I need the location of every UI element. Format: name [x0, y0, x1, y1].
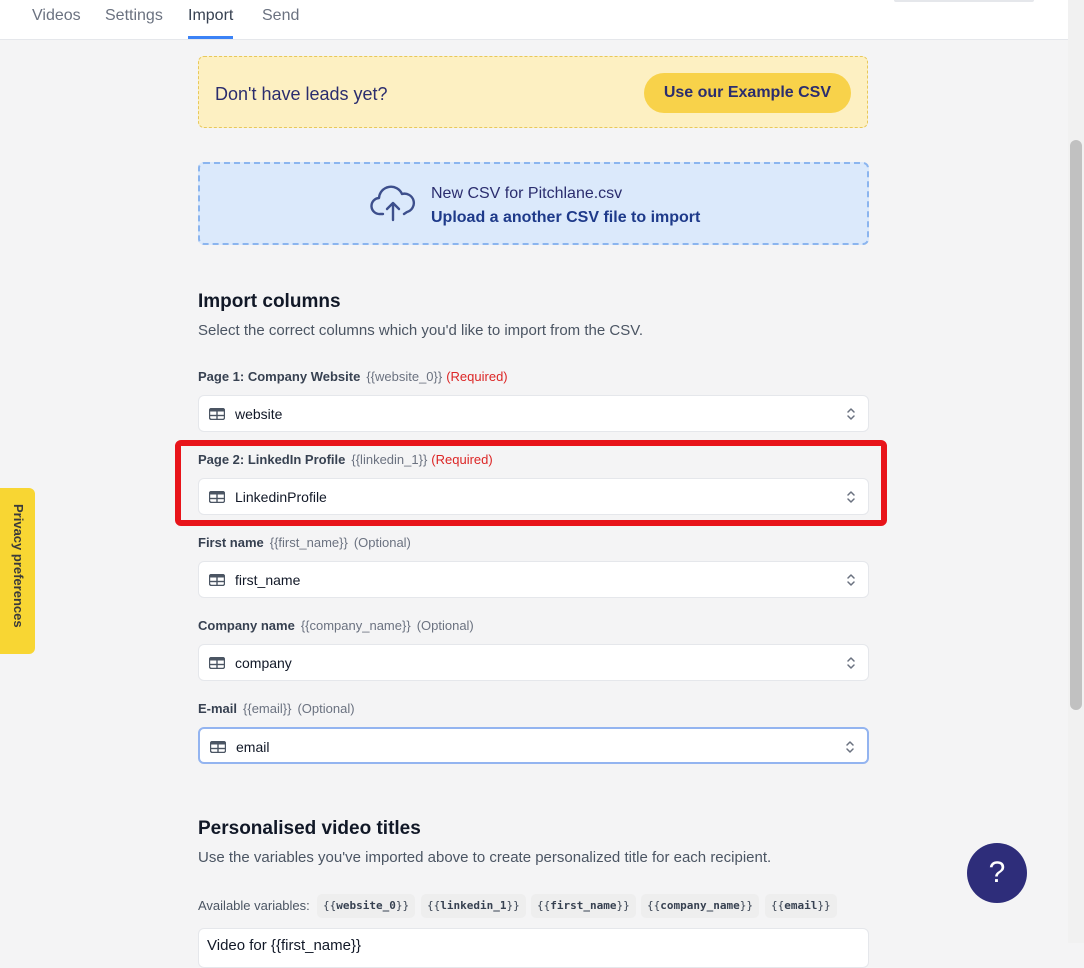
banner-text: Don't have leads yet?	[215, 84, 388, 104]
optional-badge: (Optional)	[297, 701, 355, 716]
company-website-select[interactable]: website	[198, 395, 869, 432]
chip-name: linkedin_1	[440, 899, 507, 912]
chip-brace-open: {{	[647, 899, 661, 912]
variable-chip-linkedin[interactable]: {{linkedin_1}}	[421, 894, 526, 918]
optional-badge: (Optional)	[416, 618, 474, 633]
available-variables-label: Available variables:	[198, 898, 310, 913]
header-control-edge[interactable]	[894, 0, 1034, 2]
upload-another-link[interactable]: Upload a another CSV file to import	[431, 209, 700, 227]
chip-brace-close: }}	[506, 899, 520, 912]
select-value: email	[236, 739, 270, 755]
highlight-box	[175, 440, 887, 526]
variable-chip-company-name[interactable]: {{company_name}}	[641, 894, 759, 918]
select-value: website	[235, 406, 283, 422]
select-value: first_name	[235, 572, 301, 588]
field-label-first-name: First name {{first_name}} (Optional)	[198, 535, 411, 550]
video-titles-subtitle: Use the variables you've imported above …	[198, 849, 772, 866]
cloud-upload-icon	[370, 185, 416, 222]
optional-badge: (Optional)	[353, 535, 411, 550]
field-label-company-website: Page 1: Company Website {{website_0}} (Req…	[198, 369, 508, 384]
table-icon	[209, 408, 225, 420]
first-name-select[interactable]: first_name	[198, 561, 869, 598]
use-example-csv-button[interactable]: Use our Example CSV	[643, 73, 851, 113]
field-name: Company name	[198, 618, 295, 633]
video-titles-heading: Personalised video titles	[198, 818, 421, 839]
import-columns-heading: Import columns	[198, 291, 341, 312]
chip-name: website_0	[336, 899, 396, 912]
video-title-value: Video for {{first_name}}	[207, 937, 361, 954]
chip-brace-open: {{	[427, 899, 441, 912]
privacy-preferences-label: Privacy preferences	[11, 504, 26, 628]
chevron-up-down-icon	[846, 741, 854, 753]
field-variable: {{company_name}}	[300, 618, 411, 633]
company-name-select[interactable]: company	[198, 644, 869, 681]
chip-brace-open: {{	[323, 899, 337, 912]
chip-brace-close: }}	[616, 899, 630, 912]
variable-chip-email[interactable]: {{email}}	[765, 894, 837, 918]
chevron-up-down-icon	[847, 657, 855, 669]
table-icon	[209, 574, 225, 586]
chip-brace-close: }}	[739, 899, 753, 912]
select-value: company	[235, 655, 292, 671]
privacy-preferences-tab[interactable]: Privacy preferences	[0, 488, 35, 654]
uploaded-filename: New CSV for Pitchlane.csv	[431, 185, 623, 202]
field-variable: {{email}}	[243, 701, 292, 716]
field-label-email: E-mail {{email}} (Optional)	[198, 701, 355, 716]
variable-chip-first-name[interactable]: {{first_name}}	[531, 894, 636, 918]
tab-settings[interactable]: Settings	[105, 7, 163, 39]
table-icon	[209, 657, 225, 669]
chip-name: email	[784, 899, 818, 912]
chip-name: company_name	[660, 899, 740, 912]
required-badge: (Required)	[446, 369, 508, 384]
csv-upload-dropzone[interactable]: New CSV for Pitchlane.csv Upload a anoth…	[198, 162, 869, 245]
chip-brace-open: {{	[537, 899, 551, 912]
tab-send[interactable]: Send	[262, 7, 299, 39]
tab-videos[interactable]: Videos	[32, 7, 81, 39]
chip-name: first_name	[550, 899, 617, 912]
tab-import[interactable]: Import	[188, 7, 234, 39]
variable-chip-website[interactable]: {{website_0}}	[317, 894, 416, 918]
chip-brace-close: }}	[395, 899, 410, 912]
chip-brace-close: }}	[817, 899, 831, 912]
field-variable: {{first_name}}	[269, 535, 348, 550]
import-columns-subtitle: Select the correct columns which you'd l…	[198, 322, 643, 339]
field-label-company-name: Company name {{company_name}} (Optional)	[198, 618, 474, 633]
chevron-up-down-icon	[847, 408, 855, 420]
field-variable: {{website_0}}	[366, 369, 443, 384]
chevron-up-down-icon	[847, 574, 855, 586]
field-name: E-mail	[198, 701, 238, 716]
field-name: Page 1: Company Website	[198, 369, 361, 384]
chip-brace-open: {{	[771, 899, 785, 912]
help-button[interactable]: ?	[967, 843, 1027, 903]
top-nav: Videos Settings Import Send	[0, 0, 1068, 40]
scrollbar-thumb[interactable]	[1070, 140, 1082, 710]
video-title-input[interactable]: Video for {{first_name}}	[198, 928, 869, 968]
example-csv-banner: Don't have leads yet? Use our Example CS…	[198, 56, 868, 128]
field-name: First name	[198, 535, 264, 550]
table-icon	[210, 741, 226, 753]
email-select[interactable]: email	[198, 727, 869, 764]
